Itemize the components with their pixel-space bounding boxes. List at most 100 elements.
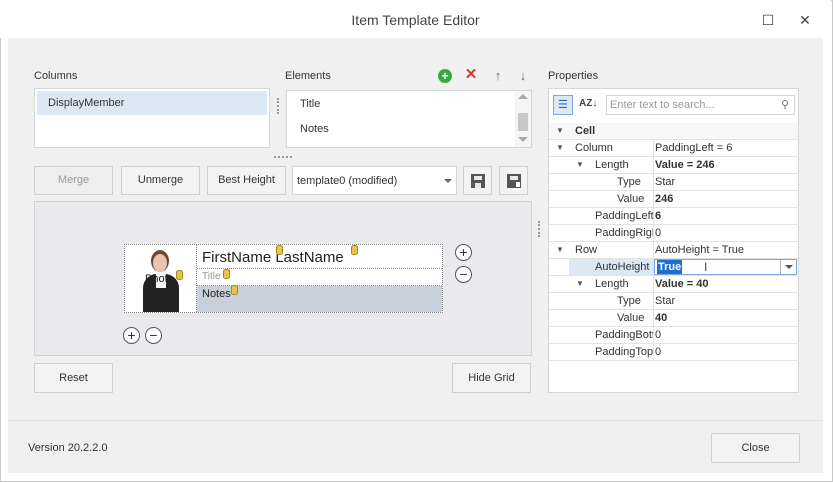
property-value[interactable]: PaddingLeft = 6 [655, 140, 795, 156]
property-row[interactable]: PaddingLeft 6 [549, 208, 798, 225]
alphabetical-view-button[interactable]: AZ↓ [577, 95, 597, 115]
notes-field: Notes [202, 288, 231, 300]
property-rows: ▼ Cell ▼ Column PaddingLeft = 6 ▼ Length Value … [549, 123, 798, 361]
list-item[interactable]: DisplayMember [37, 91, 267, 115]
move-down-icon[interactable]: ↓ [515, 68, 531, 84]
columns-list[interactable]: DisplayMember [34, 88, 270, 148]
autoheight-editor[interactable]: True I [654, 259, 797, 275]
search-icon: ⚲ [781, 99, 790, 111]
property-row[interactable]: ▼ Column PaddingLeft = 6 [549, 140, 798, 157]
property-value[interactable]: Value = 40 [655, 276, 795, 292]
property-row[interactable]: Type Star [549, 174, 798, 191]
title-cell[interactable]: Title [197, 269, 442, 286]
template-item[interactable]: Photo FirstName LastName Title Notes [124, 244, 443, 313]
property-name: AutoHeight [569, 259, 653, 275]
scroll-thumb[interactable] [518, 113, 528, 131]
add-element-icon[interactable]: + [438, 69, 452, 83]
property-name: Row [575, 244, 598, 256]
database-icon [231, 285, 238, 295]
list-item[interactable]: Title [300, 98, 320, 110]
title-field: Title [202, 271, 221, 282]
expand-icon[interactable]: ▼ [575, 276, 585, 292]
property-value[interactable]: 0 [655, 344, 795, 360]
unmerge-button[interactable]: Unmerge [121, 166, 200, 195]
property-row[interactable]: ▼ Length Value = 40 [549, 276, 798, 293]
property-row[interactable]: Type Star [549, 293, 798, 310]
name-cell[interactable]: FirstName LastName [197, 245, 442, 269]
move-up-icon[interactable]: ↑ [490, 68, 506, 84]
property-grid[interactable]: ☰ AZ↓ Enter text to search... ⚲ ▼ Cell ▼ Co… [548, 88, 799, 393]
splitter-handle[interactable] [277, 98, 282, 114]
elements-scrollbar[interactable] [515, 91, 531, 147]
property-value[interactable]: 246 [655, 191, 795, 207]
column-divider [653, 242, 654, 258]
splitter-handle[interactable] [538, 221, 543, 237]
reset-button[interactable]: Reset [34, 363, 113, 393]
maximize-button[interactable]: ☐ [756, 8, 780, 32]
property-name: PaddingTop [595, 346, 653, 358]
property-row[interactable]: PaddingBotto0 [549, 327, 798, 344]
property-value[interactable]: 0 [655, 327, 795, 343]
close-button[interactable]: Close [711, 433, 800, 463]
splitter-handle[interactable] [274, 156, 292, 161]
property-row[interactable]: ▼ Length Value = 246 [549, 157, 798, 174]
database-icon [176, 270, 183, 280]
version-label: Version 20.2.2.0 [28, 442, 108, 454]
merge-button[interactable]: Merge [34, 166, 113, 195]
categorized-icon: ☰ [558, 99, 568, 111]
property-row[interactable]: AutoHeight True I [549, 259, 798, 276]
save-as-template-button[interactable] [499, 166, 528, 195]
text-cursor-icon: I [704, 260, 708, 274]
column-divider [653, 344, 654, 360]
remove-column-button[interactable]: − [455, 266, 472, 283]
property-value[interactable]: 40 [655, 310, 795, 326]
scroll-down-icon[interactable] [518, 137, 528, 142]
add-column-button[interactable]: + [455, 244, 472, 261]
save-template-button[interactable] [463, 166, 492, 195]
chevron-down-icon[interactable] [780, 260, 797, 274]
expand-icon[interactable]: ▼ [555, 123, 565, 139]
property-name: Type [617, 295, 641, 307]
close-window-button[interactable]: ✕ [793, 8, 817, 32]
best-height-button[interactable]: Best Height [207, 166, 286, 195]
property-row[interactable]: ▼ Cell [549, 123, 798, 140]
add-row-button[interactable]: + [123, 327, 140, 344]
column-divider [653, 174, 654, 190]
list-item[interactable]: Notes [300, 123, 329, 135]
floppy-disk-edit-icon [507, 174, 521, 188]
property-name: Length [595, 278, 629, 290]
property-value[interactable]: Star [655, 293, 795, 309]
property-row[interactable]: PaddingRigh 0 [549, 225, 798, 242]
property-value[interactable]: 6 [655, 208, 795, 224]
property-row[interactable]: Value 246 [549, 191, 798, 208]
property-row[interactable]: Value 40 [549, 310, 798, 327]
expand-icon[interactable]: ▼ [555, 242, 565, 258]
delete-element-icon[interactable]: ✕ [463, 67, 479, 83]
column-divider [653, 276, 654, 292]
categorized-view-button[interactable]: ☰ [553, 95, 573, 115]
property-value[interactable]: AutoHeight = True [655, 242, 795, 258]
remove-row-button[interactable]: − [145, 327, 162, 344]
columns-label: Columns [34, 70, 78, 82]
property-value[interactable]: Star [655, 174, 795, 190]
floppy-disk-icon [471, 174, 485, 188]
property-row[interactable]: PaddingTop 0 [549, 344, 798, 361]
photo-cell[interactable]: Photo [125, 245, 197, 312]
elements-list[interactable]: Title Notes [286, 90, 532, 148]
property-value[interactable]: Value = 246 [655, 157, 795, 173]
footer-divider [8, 420, 823, 421]
property-search-input[interactable]: Enter text to search... ⚲ [606, 95, 795, 115]
hide-grid-button[interactable]: Hide Grid [452, 363, 531, 393]
property-row[interactable]: ▼ Row AutoHeight = True [549, 242, 798, 259]
property-value[interactable]: 0 [655, 225, 795, 241]
properties-label: Properties [548, 70, 599, 82]
sort-az-icon: AZ↓ [579, 98, 598, 109]
template-select[interactable]: template0 (modified) [292, 166, 457, 195]
window-title: Item Template Editor [351, 12, 480, 28]
property-name: Column [575, 142, 613, 154]
database-icon [351, 245, 358, 255]
scroll-up-icon[interactable] [518, 94, 528, 99]
expand-icon[interactable]: ▼ [575, 157, 585, 173]
expand-icon[interactable]: ▼ [555, 140, 565, 156]
search-placeholder: Enter text to search... [610, 99, 715, 111]
